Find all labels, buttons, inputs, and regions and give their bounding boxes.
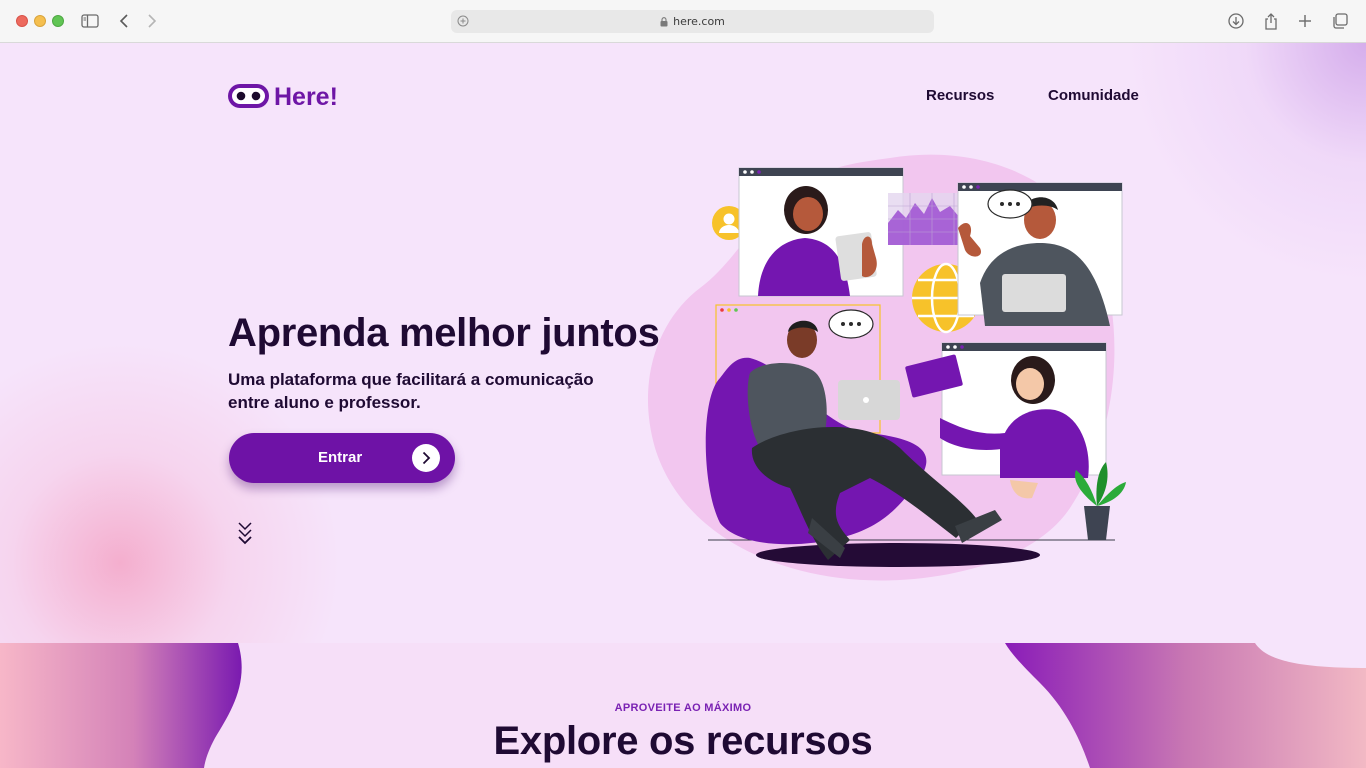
page-content: Here! Recursos Comunidade Aprenda melhor… [0,43,1366,768]
nav-link-comunidade[interactable]: Comunidade [1048,87,1139,104]
logo[interactable]: Here! [228,83,338,112]
logo-text: Here! [274,83,338,111]
speech-bubble-icon [828,309,874,339]
hero-subtitle-line-1: Uma plataforma que facilitará a comunica… [228,370,594,389]
forward-icon[interactable] [140,10,164,32]
page-settings-icon[interactable] [457,15,469,30]
entrar-button-label: Entrar [318,449,363,466]
video-window-1 [738,167,904,297]
entrar-button[interactable]: Entrar [229,433,455,483]
sidebar-icon[interactable] [78,10,102,32]
close-window-button[interactable] [16,15,28,27]
robot-logo-icon [228,83,269,112]
hero-title: Aprenda melhor juntos [228,311,660,355]
nav-link-recursos[interactable]: Recursos [926,87,994,104]
address-bar[interactable]: here.com [451,10,934,33]
scroll-down-icon[interactable] [236,521,254,551]
tabs-overview-icon[interactable] [1328,10,1352,32]
arrow-right-icon [412,444,440,472]
video-window-2 [957,182,1123,326]
hero-subtitle-line-2: entre aluno e professor. [228,393,421,412]
url-text: here.com [673,15,725,28]
speech-bubble-icon [987,189,1033,219]
back-icon[interactable] [112,10,136,32]
new-tab-icon[interactable] [1293,10,1317,32]
lock-icon [660,16,668,27]
section-title: Explore os recursos [493,719,873,763]
section-eyebrow: APROVEITE AO MÁXIMO [614,702,752,714]
browser-toolbar: here.com [0,0,1366,43]
online-learning-illustration [640,148,1140,602]
hero-subtitle: Uma plataforma que facilitará a comunica… [228,368,628,414]
share-icon[interactable] [1259,10,1283,32]
zoom-window-button[interactable] [52,15,64,27]
minimize-window-button[interactable] [34,15,46,27]
download-icon[interactable] [1224,10,1248,32]
